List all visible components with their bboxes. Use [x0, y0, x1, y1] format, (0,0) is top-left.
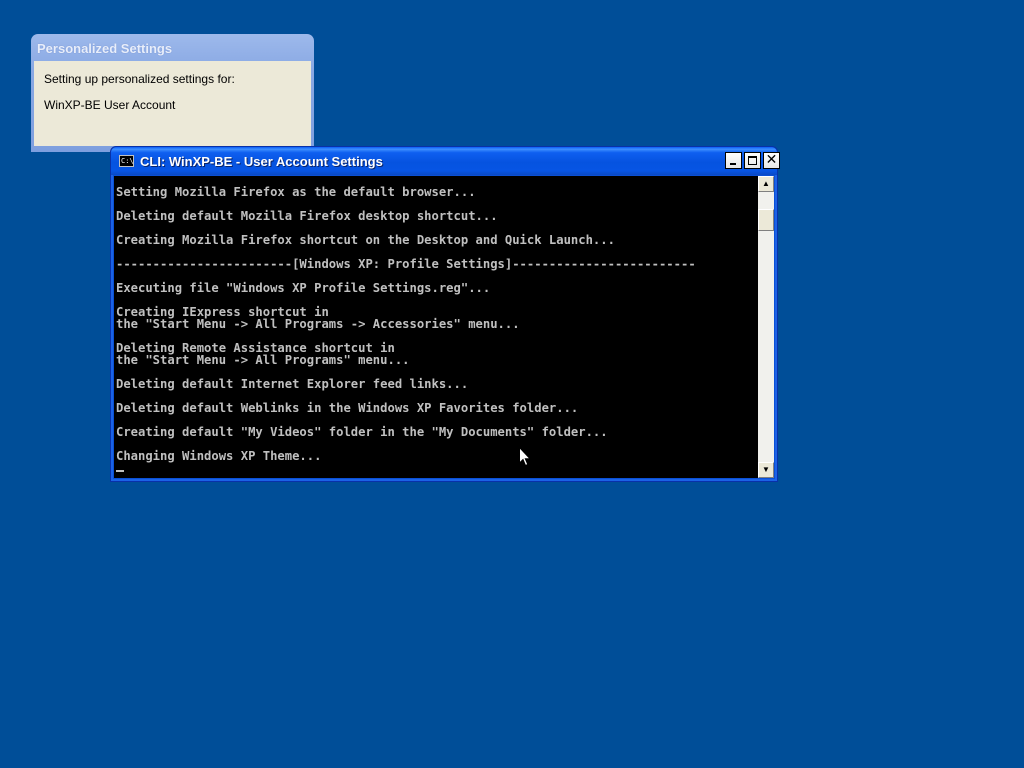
text-cursor [116, 470, 124, 472]
minimize-button[interactable] [725, 152, 742, 169]
scrollbar-thumb[interactable] [758, 209, 774, 231]
console-line: ------------------------[Windows XP: Pro… [116, 257, 696, 271]
close-button[interactable]: ✕ [763, 152, 780, 169]
console-line: the "Start Menu -> All Programs" menu... [116, 353, 410, 367]
maximize-icon [748, 156, 757, 165]
personalized-settings-dialog: Personalized Settings Setting up persona… [31, 34, 314, 152]
maximize-button[interactable] [744, 152, 761, 169]
account-name: WinXP-BE User Account [44, 98, 176, 112]
personalized-settings-title: Personalized Settings [37, 41, 173, 56]
mouse-pointer-icon [519, 447, 531, 467]
console-client-area[interactable]: Setting Mozilla Firefox as the default b… [114, 176, 774, 478]
cli-window-title: CLI: WinXP-BE - User Account Settings [140, 154, 383, 169]
personalized-settings-body: Setting up personalized settings for: Wi… [34, 61, 311, 146]
console-line: Creating Mozilla Firefox shortcut on the… [116, 233, 615, 247]
console-line: Changing Windows XP Theme... [116, 449, 322, 463]
console-line: Setting Mozilla Firefox as the default b… [116, 186, 476, 199]
console-line: Creating default "My Videos" folder in t… [116, 425, 608, 439]
console-line: Deleting default Mozilla Firefox desktop… [116, 209, 498, 223]
console-output[interactable]: Setting Mozilla Firefox as the default b… [116, 186, 756, 478]
arrow-up-icon: ▲ [762, 179, 770, 188]
scroll-down-button[interactable]: ▼ [758, 462, 774, 478]
console-line: Deleting default Internet Explorer feed … [116, 377, 469, 391]
console-icon[interactable]: C:\ [119, 155, 134, 167]
scroll-up-button[interactable]: ▲ [758, 176, 774, 192]
arrow-down-icon: ▼ [762, 465, 770, 474]
close-icon: ✕ [765, 152, 778, 168]
cli-titlebar[interactable]: C:\ CLI: WinXP-BE - User Account Setting… [111, 147, 780, 175]
cli-window[interactable]: C:\ CLI: WinXP-BE - User Account Setting… [110, 146, 780, 482]
vertical-scrollbar[interactable]: ▲ ▼ [758, 176, 774, 478]
console-line: the "Start Menu -> All Programs -> Acces… [116, 317, 520, 331]
console-line: Executing file "Windows XP Profile Setti… [116, 281, 491, 295]
setup-message: Setting up personalized settings for: [44, 72, 235, 86]
console-line: Deleting default Weblinks in the Windows… [116, 401, 579, 415]
minimize-icon [730, 163, 736, 165]
